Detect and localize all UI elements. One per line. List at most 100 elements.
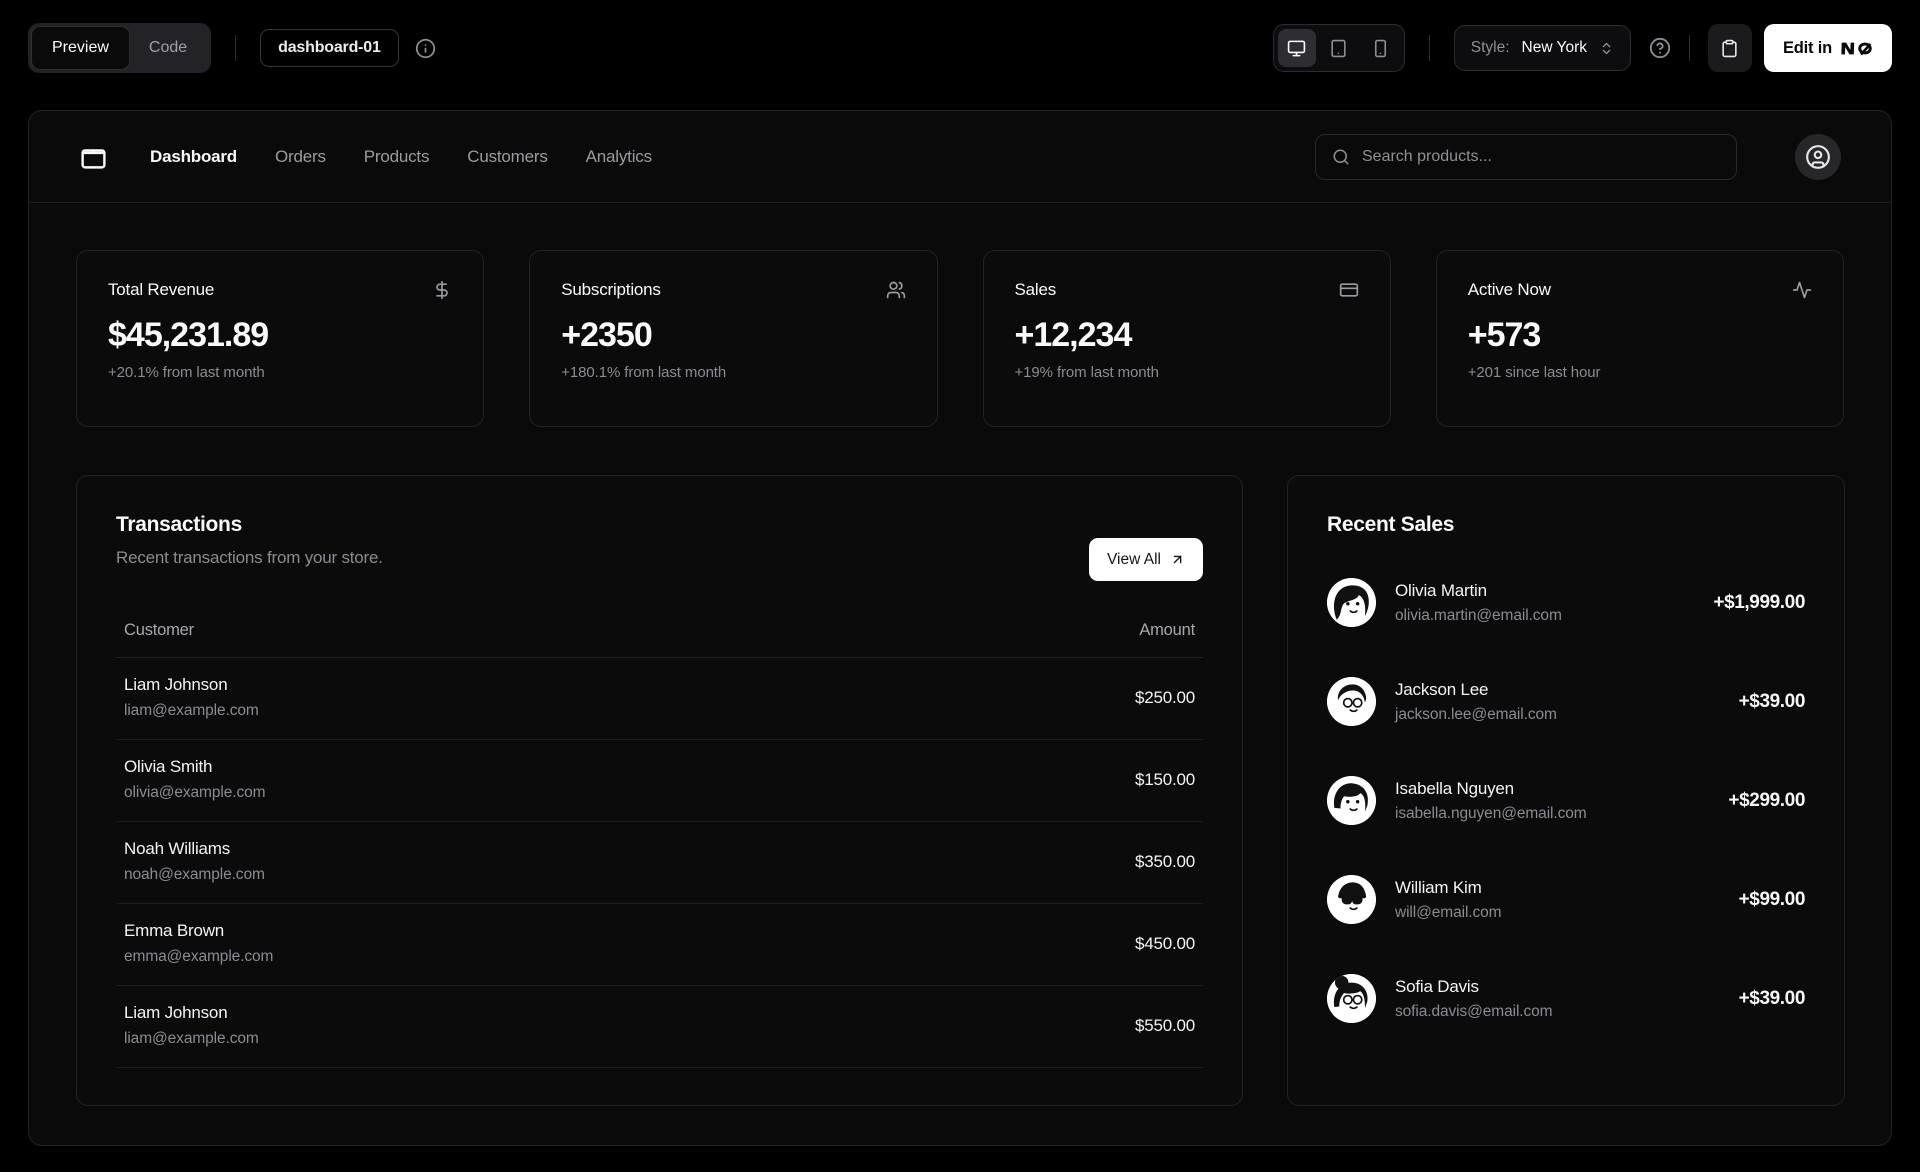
tab-code[interactable]: Code — [129, 27, 207, 69]
top-toolbar: Preview Code dashboard-01 Style: New Yor… — [0, 0, 1920, 96]
customer-email: olivia@example.com — [124, 784, 266, 801]
v0-logo-icon — [1841, 40, 1873, 57]
view-all-label: View All — [1107, 550, 1161, 568]
transaction-amount: $350.00 — [860, 821, 1203, 904]
recent-sales-list: Olivia Martin olivia.martin@email.com +$… — [1327, 578, 1805, 1023]
nav-item-analytics[interactable]: Analytics — [586, 147, 652, 167]
column-amount: Amount — [860, 621, 1203, 658]
sale-name: Sofia Davis — [1395, 976, 1479, 996]
account-button[interactable] — [1795, 133, 1841, 180]
tablet-icon — [1331, 39, 1346, 57]
transaction-amount: $450.00 — [860, 903, 1203, 986]
tablet-view-button[interactable] — [1320, 29, 1358, 67]
sale-row[interactable]: Jackson Lee jackson.lee@email.com +$39.0… — [1327, 677, 1805, 726]
monitor-icon — [1288, 40, 1306, 56]
preview-panel: Dashboard Orders Products Customers Anal… — [28, 110, 1892, 1146]
stat-change: +201 since last hour — [1467, 364, 1601, 381]
block-name-badge: dashboard-01 — [260, 29, 399, 67]
customer-name: Olivia Smith — [124, 757, 213, 776]
sale-row[interactable]: Isabella Nguyen isabella.nguyen@email.co… — [1327, 776, 1805, 825]
nav-item-products[interactable]: Products — [364, 147, 430, 167]
sale-row[interactable]: Sofia Davis sofia.davis@email.com +$39.0… — [1327, 974, 1805, 1023]
sale-row[interactable]: William Kim will@email.com +$99.00 — [1327, 875, 1805, 924]
transactions-table: Customer Amount Liam Johnson liam@exampl… — [116, 621, 1203, 1068]
customer-name: Liam Johnson — [124, 1003, 228, 1022]
toolbar-divider — [1688, 35, 1690, 61]
toolbar-divider — [235, 35, 237, 61]
customer-name: Liam Johnson — [124, 675, 228, 694]
transaction-row[interactable]: Olivia Smith olivia@example.com $150.00 — [116, 739, 1203, 822]
sale-email: jackson.lee@email.com — [1395, 705, 1557, 723]
sale-name: William Kim — [1395, 877, 1482, 897]
customer-email: liam@example.com — [124, 702, 259, 719]
customer-email: emma@example.com — [124, 948, 274, 965]
customer-email: noah@example.com — [124, 866, 265, 883]
recent-sales-title: Recent Sales — [1327, 513, 1455, 536]
transaction-row[interactable]: Liam Johnson liam@example.com $550.00 — [116, 985, 1203, 1068]
stat-card: Subscriptions +2350 +180.1% from last mo… — [529, 250, 938, 427]
stat-change: +19% from last month — [1014, 364, 1159, 381]
stat-change: +20.1% from last month — [108, 364, 265, 381]
arrow-up-right-icon — [1173, 555, 1182, 564]
transaction-row[interactable]: Noah Williams noah@example.com $350.00 — [116, 821, 1203, 904]
tab-preview[interactable]: Preview — [32, 27, 129, 69]
edit-in-v0-button[interactable]: Edit in — [1763, 24, 1892, 72]
nav-item-orders[interactable]: Orders — [275, 147, 326, 167]
sale-amount: +$39.00 — [1738, 690, 1806, 712]
customer-name: Noah Williams — [124, 839, 231, 858]
transactions-card: Transactions Recent transactions from yo… — [76, 475, 1243, 1106]
sale-email: isabella.nguyen@email.com — [1395, 804, 1587, 822]
customer-name: Emma Brown — [124, 921, 225, 940]
copy-code-button[interactable] — [1707, 24, 1752, 72]
nav-item-customers[interactable]: Customers — [467, 147, 548, 167]
avatar — [1327, 974, 1376, 1023]
stat-title: Total Revenue — [108, 280, 215, 299]
search-input[interactable] — [1362, 147, 1720, 166]
sale-amount: +$299.00 — [1728, 789, 1805, 811]
nav-item-dashboard[interactable]: Dashboard — [150, 147, 237, 167]
stat-value: +12,234 — [1014, 316, 1133, 354]
sale-amount: +$39.00 — [1738, 987, 1806, 1009]
stat-cards: Total Revenue $45,231.89 +20.1% from las… — [76, 250, 1844, 427]
stat-value: $45,231.89 — [108, 316, 269, 354]
transactions-subtitle: Recent transactions from your store. — [116, 548, 383, 567]
device-size-toggle — [1272, 24, 1405, 72]
transaction-row[interactable]: Emma Brown emma@example.com $450.00 — [116, 903, 1203, 986]
clipboard-icon — [1722, 39, 1738, 57]
style-label: Style: — [1470, 39, 1510, 56]
store-navbar: Dashboard Orders Products Customers Anal… — [29, 111, 1891, 203]
avatar — [1327, 776, 1376, 825]
toolbar-divider — [1428, 35, 1430, 61]
search-box — [1315, 133, 1737, 180]
stat-card: Active Now +573 +201 since last hour — [1435, 250, 1844, 427]
smartphone-icon — [1375, 39, 1387, 57]
sale-email: will@email.com — [1395, 903, 1502, 921]
column-customer: Customer — [116, 621, 861, 658]
search-icon — [1333, 149, 1349, 164]
sale-amount: +$1,999.00 — [1713, 591, 1805, 613]
sale-amount: +$99.00 — [1738, 888, 1806, 910]
help-icon[interactable] — [1649, 37, 1671, 59]
transaction-row[interactable]: Liam Johnson liam@example.com $250.00 — [116, 657, 1203, 740]
chevrons-up-down-icon — [1602, 42, 1611, 54]
style-select[interactable]: Style: New York — [1453, 25, 1631, 71]
avatar — [1327, 875, 1376, 924]
transactions-title: Transactions — [116, 513, 242, 536]
sale-email: sofia.davis@email.com — [1395, 1002, 1553, 1020]
stat-icon — [1339, 280, 1359, 300]
view-all-button[interactable]: View All — [1089, 538, 1203, 581]
stat-title: Sales — [1014, 280, 1057, 299]
transaction-amount: $250.00 — [860, 657, 1203, 740]
package-icon[interactable] — [79, 142, 108, 171]
avatar — [1327, 578, 1376, 627]
sale-row[interactable]: Olivia Martin olivia.martin@email.com +$… — [1327, 578, 1805, 627]
circle-user-icon — [1806, 144, 1830, 169]
sale-name: Isabella Nguyen — [1395, 778, 1514, 798]
recent-sales-card: Recent Sales Olivia Martin olivia.martin… — [1287, 475, 1845, 1106]
info-icon[interactable] — [415, 38, 436, 59]
mobile-view-button[interactable] — [1362, 29, 1400, 67]
avatar — [1327, 677, 1376, 726]
desktop-view-button[interactable] — [1277, 29, 1316, 67]
dashboard-content: Total Revenue $45,231.89 +20.1% from las… — [29, 203, 1891, 1145]
stat-icon — [1792, 280, 1812, 300]
